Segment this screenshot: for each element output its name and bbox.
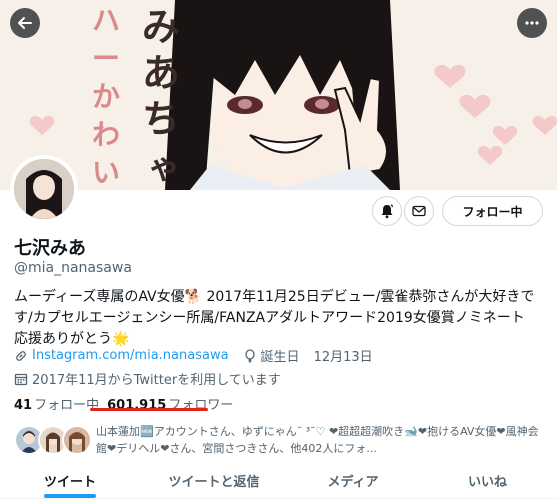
svg-text:ー: ー — [92, 42, 120, 75]
svg-text:あ: あ — [142, 51, 180, 95]
avatar-image — [14, 159, 74, 219]
known-followers-avatars — [14, 423, 94, 457]
tab-media[interactable]: メディア — [288, 462, 418, 498]
notification-button[interactable] — [372, 196, 402, 226]
tab-label: メディア — [327, 474, 379, 490]
tab-tweets-and-replies[interactable]: ツイートと返信 — [140, 462, 288, 498]
following-value: 41 — [14, 398, 33, 413]
profile-handle: @mia_nanasawa — [14, 260, 132, 276]
known-followers-text[interactable]: 山本蓮加🆕アカウントさん、ゆずにゃん˘ ³˘♡ ❤超超超潮吹き🐋❤抱けるAV女優… — [96, 423, 544, 457]
back-button[interactable] — [10, 8, 40, 38]
svg-text:ゃ: ゃ — [148, 148, 180, 186]
tab-likes[interactable]: いいね — [418, 462, 557, 498]
mail-icon — [412, 205, 426, 217]
profile-bio: ムーディーズ専属のAV女優🐕 2017年11月25日デビュー/雲雀恭弥さんが大好… — [14, 289, 535, 347]
following-count[interactable]: 41 フォロー中 — [14, 394, 99, 413]
birthday-value: 12月13日 — [313, 350, 373, 365]
svg-text:か: か — [92, 80, 120, 113]
known-follower-avatar — [62, 425, 92, 455]
svg-text:わ: わ — [92, 118, 120, 151]
known-followers[interactable] — [14, 423, 94, 457]
following-button[interactable]: フォロー中 — [442, 196, 543, 226]
more-icon — [525, 21, 539, 25]
calendar-icon — [14, 372, 28, 386]
tab-label: ツイート — [43, 474, 96, 490]
profile-tabs: ツイート ツイートと返信 メディア いいね — [0, 462, 557, 499]
header-banner: み あ ち ゃ ハ ー か わ い — [0, 0, 557, 190]
tab-label: ツイートと返信 — [168, 474, 260, 490]
profile-avatar[interactable] — [10, 155, 78, 223]
tab-tweets[interactable]: ツイート — [0, 462, 140, 498]
joined-date: 2017年11月からTwitterを利用しています — [32, 373, 281, 388]
profile-name: 七沢みあ — [14, 238, 86, 259]
svg-text:い: い — [92, 156, 120, 189]
svg-text:み: み — [142, 5, 180, 49]
followers-highlight-underline — [90, 408, 208, 411]
arrow-left-icon — [18, 17, 32, 29]
svg-text:ち: ち — [142, 97, 180, 141]
svg-text:ハ: ハ — [92, 4, 120, 37]
link-icon — [14, 349, 28, 363]
profile-link[interactable]: Instagram.com/mia.nanasawa — [32, 348, 229, 363]
message-button[interactable] — [404, 196, 434, 226]
banner-illustration: み あ ち ゃ ハ ー か わ い — [0, 0, 557, 190]
birthday-label: 誕生日 — [260, 350, 300, 365]
more-button[interactable] — [517, 8, 547, 38]
active-tab-indicator — [44, 494, 96, 498]
bell-icon — [381, 204, 394, 219]
profile-meta: Instagram.com/mia.nanasawa 誕生日 12月13日 — [14, 346, 373, 365]
balloon-icon — [243, 348, 257, 363]
following-label: フォロー中 — [34, 398, 100, 413]
joined-row: 2017年11月からTwitterを利用しています — [14, 369, 281, 388]
tab-label: いいね — [467, 474, 507, 490]
